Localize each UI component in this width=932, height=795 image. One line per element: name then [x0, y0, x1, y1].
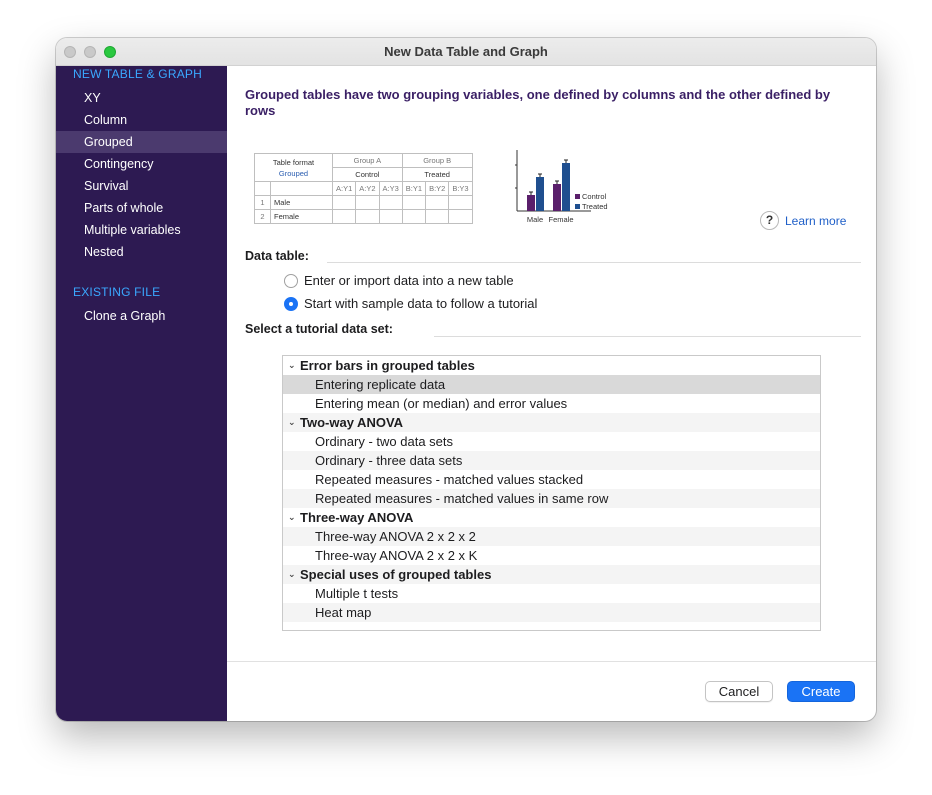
- sidebar-item-multiple-variables[interactable]: Multiple variables: [56, 219, 227, 241]
- group-b-header: Group B: [401, 153, 473, 168]
- chart-bar-male-treated: [536, 177, 544, 211]
- cancel-button[interactable]: Cancel: [705, 681, 773, 702]
- list-item[interactable]: Three-way ANOVA 2 x 2 x K: [283, 546, 820, 565]
- table-cell: [355, 209, 380, 224]
- sidebar-header-new: NEW TABLE & GRAPH: [73, 67, 202, 81]
- row-number: 1: [254, 195, 271, 210]
- description-headline: Grouped tables have two grouping variabl…: [245, 87, 831, 118]
- column-header: A:Y2: [355, 181, 380, 196]
- group-b-name: Treated: [401, 167, 473, 182]
- sidebar-item-grouped[interactable]: Grouped: [56, 131, 227, 153]
- list-group-title: Error bars in grouped tables: [300, 358, 475, 373]
- row-title-cell: [270, 181, 333, 196]
- radio-new-table-label[interactable]: Enter or import data into a new table: [304, 273, 514, 288]
- data-table-label: Data table:: [245, 249, 309, 263]
- table-cell: [378, 195, 403, 210]
- chart-bar-female-control: [553, 184, 561, 211]
- section-divider: [434, 336, 861, 337]
- list-item[interactable]: Ordinary - two data sets: [283, 432, 820, 451]
- chart-bar-female-treated: [562, 163, 570, 211]
- tutorial-label: Select a tutorial data set:: [245, 322, 393, 336]
- sidebar: NEW TABLE & GRAPH XY Column Grouped Cont…: [56, 66, 227, 721]
- list-group-header[interactable]: ⌄ Two-way ANOVA: [283, 413, 820, 432]
- chevron-down-icon[interactable]: ⌄: [288, 565, 296, 584]
- legend-label-treated: Treated: [582, 202, 608, 211]
- table-cell: [448, 209, 473, 224]
- table-format-label: Table format: [272, 157, 315, 167]
- sidebar-item-nested[interactable]: Nested: [56, 241, 227, 263]
- window-title: New Data Table and Graph: [384, 44, 548, 59]
- column-header: A:Y3: [378, 181, 403, 196]
- chevron-down-icon[interactable]: ⌄: [288, 413, 296, 432]
- list-group-title: Three-way ANOVA: [300, 510, 414, 525]
- sidebar-header-existing: EXISTING FILE: [73, 285, 161, 299]
- group-a-header: Group A: [332, 153, 403, 168]
- list-group-header[interactable]: ⌄ Error bars in grouped tables: [283, 356, 820, 375]
- row-number: 2: [254, 209, 271, 224]
- list-group-title: Special uses of grouped tables: [300, 567, 492, 582]
- row-label: Male: [270, 195, 333, 210]
- list-group-header[interactable]: ⌄ Three-way ANOVA: [283, 508, 820, 527]
- section-divider: [327, 262, 861, 263]
- legend-label-control: Control: [582, 192, 607, 201]
- chevron-down-icon[interactable]: ⌄: [288, 508, 296, 527]
- column-header: B:Y3: [448, 181, 473, 196]
- list-item[interactable]: Repeated measures - matched values stack…: [283, 470, 820, 489]
- table-cell: [355, 195, 380, 210]
- list-item[interactable]: Entering mean (or median) and error valu…: [283, 394, 820, 413]
- table-cell: [331, 209, 357, 224]
- chart-bar-male-control: [527, 195, 535, 211]
- column-header: A:Y1: [331, 181, 357, 196]
- table-cell: [331, 195, 357, 210]
- list-group-title: Two-way ANOVA: [300, 415, 404, 430]
- radio-sample-data[interactable]: [284, 297, 298, 311]
- sidebar-item-parts-of-whole[interactable]: Parts of whole: [56, 197, 227, 219]
- column-header: B:Y1: [401, 181, 427, 196]
- help-icon[interactable]: ?: [760, 211, 779, 230]
- legend-swatch-control: [575, 194, 580, 199]
- list-item[interactable]: Repeated measures - matched values in sa…: [283, 489, 820, 508]
- list-item[interactable]: Entering replicate data: [283, 375, 820, 394]
- title-bar: New Data Table and Graph: [56, 38, 876, 66]
- list-group-header[interactable]: ⌄ Special uses of grouped tables: [283, 565, 820, 584]
- dialog-window: New Data Table and Graph NEW TABLE & GRA…: [56, 38, 876, 721]
- sidebar-item-clone-a-graph[interactable]: Clone a Graph: [56, 305, 227, 327]
- radio-sample-data-label[interactable]: Start with sample data to follow a tutor…: [304, 296, 537, 311]
- tutorial-list[interactable]: ⌄ Error bars in grouped tables Entering …: [282, 355, 821, 631]
- list-item[interactable]: Three-way ANOVA 2 x 2 x 2: [283, 527, 820, 546]
- list-item[interactable]: Heat map: [283, 603, 820, 622]
- legend-swatch-treated: [575, 204, 580, 209]
- chart-category-label: Female: [548, 215, 573, 224]
- main-content: Grouped tables have two grouping variabl…: [227, 66, 876, 721]
- chart-category-label: Male: [527, 215, 543, 224]
- column-header: B:Y2: [425, 181, 450, 196]
- learn-more-link[interactable]: Learn more: [785, 214, 846, 228]
- list-item[interactable]: Ordinary - three data sets: [283, 451, 820, 470]
- sidebar-item-xy[interactable]: XY: [56, 87, 227, 109]
- chevron-down-icon[interactable]: ⌄: [288, 356, 296, 375]
- table-cell: [425, 209, 450, 224]
- preview-table: Table format Grouped Group A Group B Con…: [254, 153, 473, 224]
- table-format-cell: Table format Grouped: [254, 153, 333, 182]
- corner-cell: [254, 181, 271, 196]
- sidebar-item-contingency[interactable]: Contingency: [56, 153, 227, 175]
- sidebar-item-survival[interactable]: Survival: [56, 175, 227, 197]
- table-cell: [378, 209, 403, 224]
- sidebar-item-column[interactable]: Column: [56, 109, 227, 131]
- radio-new-table[interactable]: [284, 274, 298, 288]
- table-cell: [425, 195, 450, 210]
- row-label: Female: [270, 209, 333, 224]
- create-button[interactable]: Create: [787, 681, 855, 702]
- footer-divider: [227, 661, 876, 662]
- table-format-value: Grouped: [278, 168, 309, 178]
- list-item[interactable]: Multiple t tests: [283, 584, 820, 603]
- table-cell: [401, 195, 427, 210]
- table-cell: [401, 209, 427, 224]
- group-a-name: Control: [332, 167, 403, 182]
- table-cell: [448, 195, 473, 210]
- preview-chart: Male Female Control Treated: [515, 150, 608, 224]
